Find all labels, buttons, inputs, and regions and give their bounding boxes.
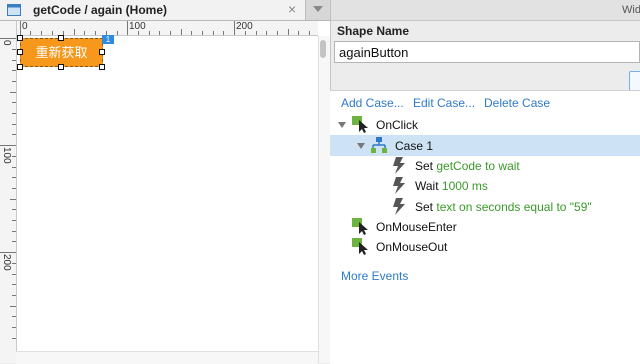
shape-name-label: Shape Name <box>337 24 410 38</box>
edit-case-link[interactable]: Edit Case... <box>413 96 475 110</box>
action-detail: text on seconds equal to "59" <box>436 200 592 214</box>
scrollbar-thumb[interactable] <box>320 40 326 58</box>
ruler-label: 200 <box>236 21 253 32</box>
event-cursor-icon <box>352 218 368 235</box>
action-text[interactable]: Wait 1000 ms <box>415 179 488 193</box>
more-events-link[interactable]: More Events <box>341 269 408 283</box>
close-icon[interactable]: × <box>288 1 296 17</box>
action-text[interactable]: Set getCode to wait <box>415 159 520 173</box>
panel-title: Wid <box>622 4 640 16</box>
resize-handle[interactable] <box>58 35 64 41</box>
expand-triangle-icon[interactable] <box>338 122 346 128</box>
event-onmouseenter[interactable]: OnMouseEnter <box>376 220 457 234</box>
action-verb: Set <box>415 200 434 214</box>
action-text[interactable]: Set text on seconds equal to "59" <box>415 200 592 214</box>
ruler-ticks <box>20 21 310 35</box>
ruler-label: 0 <box>1 40 12 46</box>
lightning-icon <box>393 157 405 174</box>
ruler-label: 100 <box>129 21 146 32</box>
horizontal-ruler: 0 100 200 <box>0 21 318 36</box>
resize-handle[interactable] <box>17 35 23 41</box>
expand-triangle-icon[interactable] <box>357 143 365 149</box>
panel-title-bar <box>330 0 640 21</box>
action-detail: 1000 ms <box>441 179 488 193</box>
interaction-badge: 1 <box>102 35 114 44</box>
case-tree-icon <box>371 137 387 153</box>
case-name[interactable]: Case 1 <box>395 139 433 153</box>
design-canvas[interactable] <box>0 21 330 363</box>
vertical-ruler: 0 100 200 <box>0 21 17 363</box>
again-button-label: 重新获取 <box>35 45 88 60</box>
action-verb: Wait <box>415 179 439 193</box>
event-cursor-icon <box>352 238 368 255</box>
horizontal-scrollbar[interactable] <box>16 351 318 364</box>
action-verb: Set <box>415 159 434 173</box>
resize-handle[interactable] <box>99 49 105 55</box>
add-case-link[interactable]: Add Case... <box>341 96 404 110</box>
ruler-label: 200 <box>1 254 12 271</box>
lightning-icon <box>393 198 405 215</box>
resize-handle[interactable] <box>58 64 64 70</box>
lightning-icon <box>393 177 405 194</box>
shape-name-input[interactable] <box>334 41 640 63</box>
resize-handle[interactable] <box>99 64 105 70</box>
event-onclick[interactable]: OnClick <box>376 118 418 132</box>
tab-menu-chevron-down-icon[interactable] <box>313 6 323 12</box>
ruler-label: 0 <box>22 21 28 32</box>
page-icon <box>7 4 21 16</box>
resize-handle[interactable] <box>17 49 23 55</box>
action-detail: getCode to wait <box>436 159 520 173</box>
resize-handle[interactable] <box>17 64 23 70</box>
delete-case-link[interactable]: Delete Case <box>484 96 550 110</box>
ruler-label: 100 <box>1 147 12 164</box>
event-onmouseout[interactable]: OnMouseOut <box>376 240 447 254</box>
event-cursor-icon <box>352 116 368 133</box>
page-tab-title: getCode / again (Home) <box>33 3 168 17</box>
panel-option-button[interactable] <box>629 71 640 91</box>
ruler-ticks <box>0 38 16 339</box>
